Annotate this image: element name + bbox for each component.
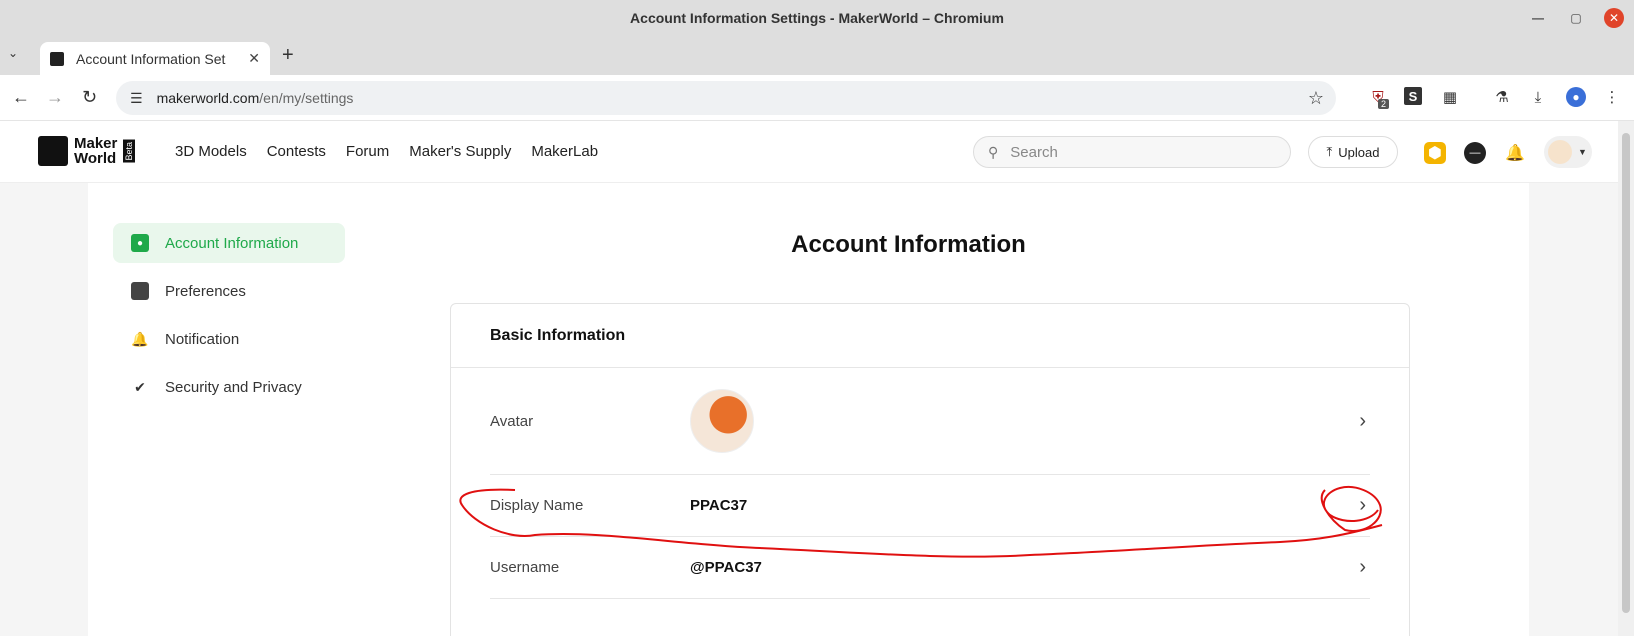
window-title: Account Information Settings - MakerWorl…	[630, 10, 1004, 26]
nav-forum[interactable]: Forum	[346, 143, 389, 160]
browser-toolbar: ← → ↻ ☰ makerworld.com/en/my/settings ☆ …	[0, 75, 1634, 121]
tab-title: Account Information Set	[76, 50, 226, 67]
upload-label: Upload	[1338, 144, 1380, 160]
section-title: Basic Information	[451, 304, 1409, 368]
sidebar-item-notification[interactable]: 🔔 Notification	[113, 319, 345, 359]
profile-icon[interactable]: ●	[1566, 87, 1586, 107]
tab-close-icon[interactable]: ✕	[248, 50, 260, 67]
row-label: Avatar	[490, 412, 534, 430]
row-value: PPAC37	[690, 497, 748, 514]
forward-icon[interactable]: →	[46, 87, 64, 108]
page-scrollbar[interactable]	[1618, 121, 1634, 636]
logo-text-1: Maker	[74, 135, 118, 152]
display-name-row[interactable]: Display Name PPAC37 ›	[490, 475, 1370, 537]
scrollbar-thumb[interactable]	[1622, 133, 1630, 613]
bell-icon: 🔔	[131, 330, 149, 347]
row-value: @PPAC37	[690, 559, 762, 576]
bookmark-icon	[131, 282, 149, 300]
search-icon: ⚲	[988, 143, 999, 160]
user-menu[interactable]: ▼	[1544, 136, 1592, 168]
site-info-icon[interactable]: ☰	[130, 90, 143, 107]
upload-icon: ⤒	[1326, 144, 1333, 159]
tab-search-chevron-icon[interactable]: ⌄	[8, 46, 28, 66]
logo-text-2: World	[74, 150, 117, 167]
back-icon[interactable]: ←	[12, 87, 30, 108]
row-label: Display Name	[490, 497, 584, 514]
makerworld-logo[interactable]: Maker World Beta	[38, 135, 136, 167]
url-host: makerworld.com	[156, 90, 260, 106]
reload-icon[interactable]: ↻	[82, 87, 97, 108]
caret-down-icon: ▼	[1578, 147, 1587, 157]
nav-makerlab[interactable]: MakerLab	[531, 143, 598, 160]
minimize-icon[interactable]: —	[1528, 8, 1548, 28]
page-title: Account Information	[791, 231, 1026, 258]
sidebar-item-label: Security and Privacy	[165, 378, 302, 396]
extension-count-badge: 2	[1378, 99, 1390, 109]
site-header: Maker World Beta 3D Models Contests Foru…	[0, 121, 1618, 183]
username-row[interactable]: Username @PPAC37 ›	[490, 537, 1370, 599]
sidebar-item-security-and-privacy[interactable]: ✔ Security and Privacy	[113, 367, 345, 407]
settings-page: ● Account Information Preferences 🔔 Noti…	[88, 183, 1529, 636]
main-nav: 3D Models Contests Forum Maker's Supply …	[175, 143, 598, 160]
avatar	[690, 389, 754, 453]
basic-information-card: Basic Information Avatar › Display Name …	[450, 303, 1410, 636]
beta-badge: Beta	[123, 139, 136, 163]
makerworld-favicon-icon	[50, 51, 64, 66]
bookmark-star-icon[interactable]: ☆	[1308, 88, 1324, 109]
nav-contests[interactable]: Contests	[267, 143, 326, 160]
extensions-puzzle-icon[interactable]: ▦	[1440, 87, 1460, 107]
row-value	[690, 389, 1359, 453]
search-placeholder: Search	[1010, 143, 1058, 161]
sidebar-item-label: Preferences	[165, 282, 246, 300]
chevron-right-icon[interactable]: ›	[1359, 494, 1370, 517]
chevron-right-icon[interactable]: ›	[1359, 556, 1370, 579]
s-extension-icon[interactable]: S	[1404, 87, 1422, 105]
nav-makers-supply[interactable]: Maker's Supply	[409, 143, 511, 160]
nav-3d-models[interactable]: 3D Models	[175, 143, 247, 160]
upload-button[interactable]: ⤒ Upload	[1308, 136, 1398, 168]
search-input[interactable]: ⚲ Search	[973, 136, 1291, 168]
address-bar[interactable]: ☰ makerworld.com/en/my/settings ☆	[116, 81, 1336, 115]
notifications-bell-icon[interactable]: 🔔	[1504, 142, 1526, 164]
logo-cube-icon	[38, 136, 68, 166]
sidebar-item-preferences[interactable]: Preferences	[113, 271, 345, 311]
menu-kebab-icon[interactable]: ⋮	[1602, 87, 1622, 107]
chevron-right-icon[interactable]: ›	[1359, 410, 1370, 433]
tab-account-information[interactable]: Account Information Set ✕	[40, 42, 270, 75]
url-path: /en/my/settings	[259, 90, 354, 106]
new-tab-button[interactable]: +	[282, 44, 294, 67]
sidebar-item-label: Notification	[165, 330, 240, 348]
messages-icon[interactable]: —	[1464, 142, 1486, 164]
points-badge-icon[interactable]: ⬢	[1424, 142, 1446, 164]
row-label: Username	[490, 559, 560, 576]
tab-strip: ⌄ Account Information Set ✕ +	[0, 36, 1634, 75]
download-icon[interactable]: ⤓	[1528, 87, 1548, 107]
window-titlebar: Account Information Settings - MakerWorl…	[0, 0, 1634, 36]
avatar-row[interactable]: Avatar ›	[490, 368, 1370, 475]
shield-check-icon: ✔	[134, 378, 146, 395]
close-window-icon[interactable]: ✕	[1604, 8, 1624, 28]
maximize-icon[interactable]: ▢	[1566, 8, 1586, 28]
labs-flask-icon[interactable]: ⚗	[1492, 87, 1512, 107]
avatar	[1548, 140, 1572, 164]
